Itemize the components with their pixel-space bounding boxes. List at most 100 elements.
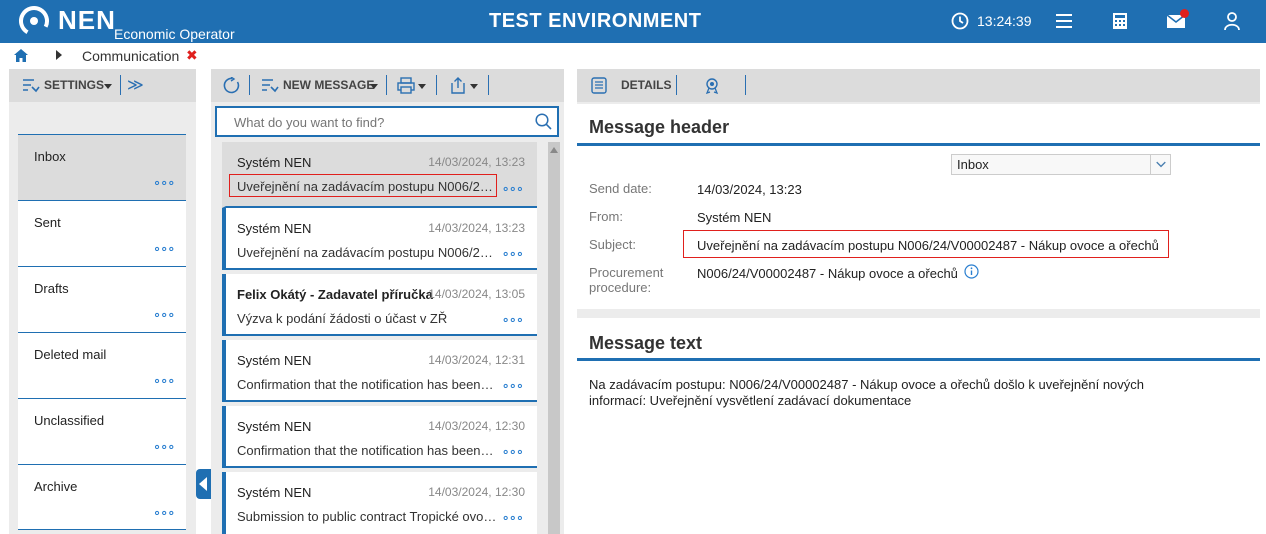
more-options-icon[interactable]: ∘∘∘ [502,379,524,392]
message-subject: Submission to public contract Tropické o… [237,509,497,524]
message-subject: Confirmation that the notification has b… [237,443,497,458]
more-options-icon[interactable]: ∘∘∘ [502,511,524,524]
print-caret-icon[interactable] [418,84,426,89]
brand-name: NEN [58,5,116,35]
folder-sent[interactable]: Sent ∘∘∘ [18,200,186,266]
new-message-button[interactable]: NEW MESSAGE [283,78,374,92]
export-caret-icon[interactable] [470,84,478,89]
new-message-icon[interactable] [261,77,279,94]
more-options-icon[interactable]: ∘∘∘ [502,182,524,195]
folder-label: Deleted mail [34,347,107,362]
subject-label: Subject: [589,237,636,252]
message-list-scrollbar[interactable] [548,142,560,534]
more-options-icon[interactable]: ∘∘∘ [153,506,175,519]
nen-logo-icon[interactable] [18,5,50,37]
folder-archive[interactable]: Archive ∘∘∘ [18,464,186,530]
procurement-label-line1: Procurement [589,265,664,280]
folder-deleted-mail[interactable]: Deleted mail ∘∘∘ [18,332,186,398]
message-row[interactable]: Systém NEN 14/03/2024, 12:31 Confirmatio… [222,340,537,402]
refresh-icon[interactable] [223,77,241,94]
close-tab-icon[interactable]: ✖ [186,47,198,64]
section-divider [577,143,1260,146]
folder-label: Archive [34,479,78,494]
details-tab[interactable]: DETAILS [621,78,671,92]
message-sender: Systém NEN [237,485,312,500]
breadcrumb-item-communication[interactable]: Communication [82,48,179,64]
message-date: 14/03/2024, 12:30 [428,419,525,433]
toolbar-divider [120,75,121,95]
toolbar-divider [745,75,746,95]
toolbar-divider [676,75,677,95]
clock-icon [951,12,969,30]
message-row[interactable]: Systém NEN 14/03/2024, 12:30 Confirmatio… [222,406,537,468]
message-subject: Uveřejnění na zadávacím postupu N006/24/… [237,245,497,260]
message-date: 14/03/2024, 13:23 [428,155,525,169]
home-icon[interactable] [14,49,28,62]
folder-label: Unclassified [34,413,105,428]
message-body: Na zadávacím postupu: N006/24/V00002487 … [589,377,1189,409]
toolbar-divider [436,75,437,95]
folder-drafts[interactable]: Drafts ∘∘∘ [18,266,186,332]
collapse-arrow-icon[interactable] [199,477,207,491]
details-toolbar [577,69,1260,102]
folder-label: Drafts [34,281,69,296]
more-options-icon[interactable]: ∘∘∘ [502,247,524,260]
environment-title: TEST ENVIRONMENT [489,10,702,32]
folder-label: Sent [34,215,61,230]
procurement-value[interactable]: N006/24/V00002487 - Nákup ovoce a ořechů [697,266,958,281]
message-sender: Systém NEN [237,221,312,236]
user-icon[interactable] [1222,11,1242,31]
chevron-down-icon[interactable] [1150,154,1171,175]
message-text-title: Message text [589,333,703,353]
message-row[interactable]: Systém NEN 14/03/2024, 13:23 Uveřejnění … [222,208,537,270]
breadcrumb-chevron-icon [56,50,62,60]
message-sender: Felix Okátý - Zadavatel příručka [237,287,433,302]
settings-button[interactable]: SETTINGS [44,78,104,92]
more-options-icon[interactable]: ∘∘∘ [153,176,175,189]
new-message-caret-icon[interactable] [370,84,378,89]
message-date: 14/03/2024, 13:23 [428,221,525,235]
message-body-line: Na zadávacím postupu: N006/24/V00002487 … [589,377,1145,392]
more-options-icon[interactable]: ∘∘∘ [153,308,175,321]
subject-highlight [683,230,1169,258]
message-sender: Systém NEN [237,353,312,368]
more-options-icon[interactable]: ∘∘∘ [153,374,175,387]
search-icon[interactable] [535,113,552,130]
message-subject: Confirmation that the notification has b… [237,377,497,392]
menu-icon[interactable] [1054,11,1074,31]
search-input[interactable] [234,115,514,130]
expand-panel-icon[interactable]: ≫ [127,75,144,95]
folder-select-value: Inbox [957,157,989,172]
message-subject: Výzva k podání žádosti o účast v ZŘ [237,311,448,326]
export-icon[interactable] [449,77,467,94]
folder-inbox[interactable]: Inbox ∘∘∘ [18,134,186,200]
brand-subtitle: Economic Operator [114,26,235,42]
settings-caret-icon[interactable] [104,84,112,89]
from-value: Systém NEN [697,210,772,225]
selected-subject-highlight [229,174,497,197]
settings-filter-icon[interactable] [22,77,40,94]
message-row[interactable]: Felix Okátý - Zadavatel příručka 14/03/2… [222,274,537,336]
message-sender: Systém NEN [237,419,312,434]
message-header-title: Message header [589,117,730,137]
more-options-icon[interactable]: ∘∘∘ [502,313,524,326]
send-date-label: Send date: [589,181,652,196]
folder-label: Inbox [34,149,66,164]
message-date: 14/03/2024, 12:30 [428,485,525,499]
certificate-icon[interactable] [703,77,721,94]
folder-unclassified[interactable]: Unclassified ∘∘∘ [18,398,186,464]
calculator-icon[interactable] [1110,11,1130,31]
scroll-up-arrow-icon[interactable] [550,147,558,153]
session-timer: 13:24:39 [977,13,1032,29]
details-document-icon[interactable] [590,77,608,94]
procurement-label-line2: procedure: [589,280,652,295]
info-icon[interactable] [964,264,979,279]
unread-indicator [1180,9,1189,18]
more-options-icon[interactable]: ∘∘∘ [153,440,175,453]
more-options-icon[interactable]: ∘∘∘ [153,242,175,255]
message-date: 14/03/2024, 13:05 [428,287,525,301]
message-row[interactable]: Systém NEN 14/03/2024, 12:30 Submission … [222,472,537,534]
message-sender: Systém NEN [237,155,312,170]
more-options-icon[interactable]: ∘∘∘ [502,445,524,458]
print-icon[interactable] [397,77,415,94]
